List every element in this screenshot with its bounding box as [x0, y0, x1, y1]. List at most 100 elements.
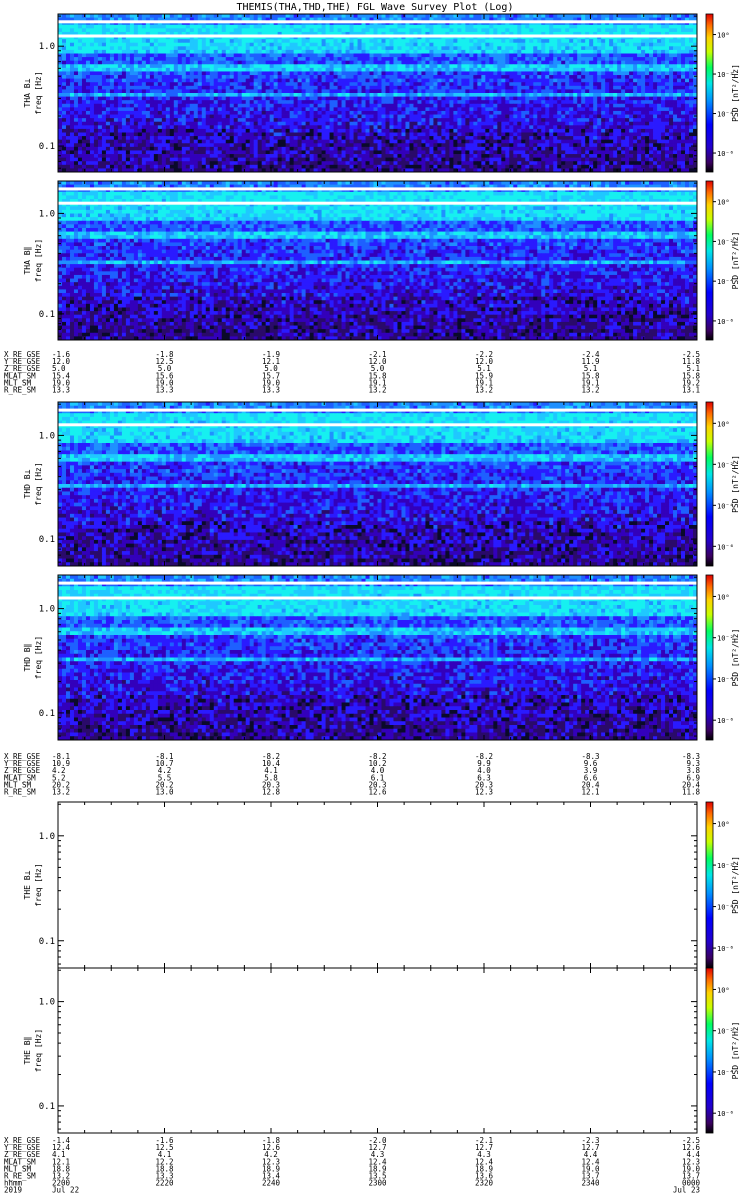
spectrogram-cell — [178, 28, 182, 32]
spectrogram-cell — [481, 25, 485, 29]
spectrogram-cell — [278, 14, 282, 18]
spectrogram-cell — [405, 28, 409, 32]
spectrogram-cell — [326, 14, 330, 18]
spectrogram-cell — [453, 28, 457, 32]
spectrogram-cell — [74, 14, 78, 18]
spectrogram-cell — [334, 28, 338, 32]
spectrogram-cell — [621, 14, 625, 18]
spectrogram-cell — [98, 14, 102, 18]
spectrogram-cell — [282, 25, 286, 29]
spectrogram-cell — [238, 14, 242, 18]
spectrogram-cell — [342, 14, 346, 18]
spectrogram-cell — [653, 25, 657, 29]
spectrogram-cell — [561, 25, 565, 29]
spectrogram-cell — [477, 28, 481, 32]
spectrogram-cell — [166, 14, 170, 18]
spectrogram-cell — [238, 25, 242, 29]
spectrogram-cell — [282, 14, 286, 18]
spectrogram-cell — [254, 28, 258, 32]
spectrogram-cell — [397, 28, 401, 32]
spectrogram-cell — [178, 25, 182, 29]
spectrogram-cell — [206, 25, 210, 29]
spectrogram-cell — [178, 14, 182, 18]
spectrogram-cell — [393, 14, 397, 18]
spectrogram-cell — [330, 14, 334, 18]
spectrogram-cell — [218, 14, 222, 18]
spectrogram-cell — [366, 25, 370, 29]
spectrogram-cell — [250, 25, 254, 29]
spectrogram-cell — [174, 28, 178, 32]
spectrogram-cell — [421, 28, 425, 32]
spectrogram-cell — [649, 28, 653, 32]
spectrogram-cell — [222, 28, 226, 32]
spectrogram-cell — [541, 28, 545, 32]
spectrogram-cell — [282, 28, 286, 32]
spectrogram-cell — [358, 25, 362, 29]
spectrogram-cell — [621, 25, 625, 29]
spectrogram-cell — [521, 28, 525, 32]
spectrogram-cell — [258, 28, 262, 32]
spectrogram-cell — [565, 28, 569, 32]
spectrogram-cell — [409, 28, 413, 32]
spectrogram-cell — [106, 28, 110, 32]
spectrogram-cell — [274, 28, 278, 32]
spectrogram-cell — [445, 28, 449, 32]
chart-title: THEMIS(THA,THD,THE) FGL Wave Survey Plot… — [237, 2, 514, 13]
spectrogram-cell — [226, 25, 230, 29]
spectrogram-cell — [505, 28, 509, 32]
spectrogram-cell — [262, 25, 266, 29]
spectrogram-cell — [302, 14, 306, 18]
spectrogram-cell — [290, 25, 294, 29]
spectrogram-cell — [497, 25, 501, 29]
spectrogram-cell — [629, 28, 633, 32]
spectrogram-cell — [681, 25, 685, 29]
spectrogram-cell — [218, 28, 222, 32]
spectrogram-cell — [290, 14, 294, 18]
spectrogram-cell — [98, 28, 102, 32]
spectrogram-cell — [441, 14, 445, 18]
spectrogram-cell — [489, 28, 493, 32]
spectrogram-cell — [122, 14, 126, 18]
spectrogram-cell — [469, 14, 473, 18]
spectrogram-cell — [665, 14, 669, 18]
spectrogram-cell — [166, 28, 170, 32]
spectrogram-cell — [174, 14, 178, 18]
spectrogram-cell — [461, 25, 465, 29]
spectrogram-cell — [102, 28, 106, 32]
spectrogram-cell — [158, 14, 162, 18]
spectrogram-cell — [198, 25, 202, 29]
spectrogram-cell — [370, 28, 374, 32]
spectrogram-cell — [549, 25, 553, 29]
spectrogram-cell — [573, 28, 577, 32]
spectrogram-cell — [505, 25, 509, 29]
spectrogram-cell — [366, 28, 370, 32]
spectrogram-cell — [118, 25, 122, 29]
spectrogram-cell — [242, 25, 246, 29]
spectrogram-cell — [138, 14, 142, 18]
spectrogram-cell — [334, 25, 338, 29]
spectrogram-cell — [174, 25, 178, 29]
spectrogram-cell — [74, 28, 78, 32]
spectrogram-cell — [114, 28, 118, 32]
spectrogram-cell — [314, 14, 318, 18]
spectrogram-cell — [557, 14, 561, 18]
spectrogram-cell — [529, 25, 533, 29]
spectrogram-cell — [625, 25, 629, 29]
spectrogram-cell — [170, 14, 174, 18]
spectrogram-cell — [457, 28, 461, 32]
spectrogram-cell — [517, 14, 521, 18]
spectrogram-cell — [94, 14, 98, 18]
spectrogram-cell — [70, 25, 74, 29]
spectrogram-cell — [182, 25, 186, 29]
spectrogram-cell — [525, 28, 529, 32]
spectrogram-cell — [505, 14, 509, 18]
spectrogram-cell — [338, 28, 342, 32]
spectrogram-cell — [605, 25, 609, 29]
spectrogram-cell — [497, 28, 501, 32]
spectrogram-cell — [465, 28, 469, 32]
spectrogram-cell — [86, 28, 90, 32]
spectrogram-cell — [218, 25, 222, 29]
spectrogram-cell — [601, 25, 605, 29]
spectrogram-cell — [102, 14, 106, 18]
spectrogram-cell — [362, 28, 366, 32]
